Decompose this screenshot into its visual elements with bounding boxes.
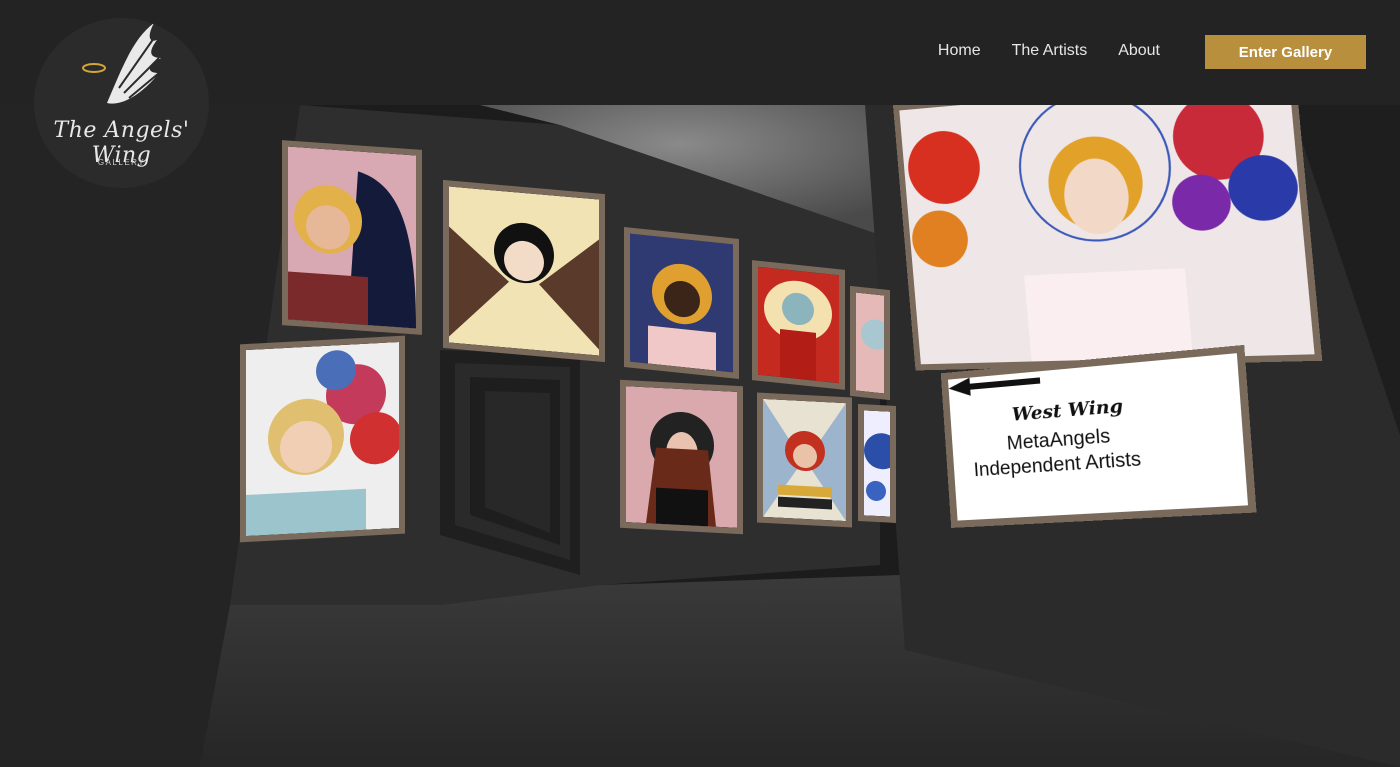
angel-wing-icon bbox=[82, 23, 161, 104]
painting-5[interactable] bbox=[850, 285, 890, 401]
sign-title: West Wing bbox=[1011, 395, 1124, 426]
arrow-left-icon bbox=[948, 371, 1041, 398]
nav-home-link[interactable]: Home bbox=[938, 42, 981, 60]
painting-2[interactable] bbox=[443, 179, 605, 363]
main-nav: Home The Artists About bbox=[938, 42, 1160, 60]
sign-line-2: Independent Artists bbox=[973, 448, 1142, 482]
painting-3[interactable] bbox=[624, 226, 739, 380]
nav-about-link[interactable]: About bbox=[1118, 42, 1160, 60]
west-wing-sign: West Wing MetaAngels Independent Artists bbox=[940, 344, 1257, 528]
site-logo[interactable]: The Angels' Wing GALLERY bbox=[34, 18, 209, 188]
painting-7[interactable] bbox=[620, 379, 743, 535]
painting-8[interactable] bbox=[757, 392, 852, 528]
nav-artists-link[interactable]: The Artists bbox=[1012, 42, 1088, 60]
painting-1[interactable] bbox=[282, 140, 422, 335]
painting-9[interactable] bbox=[858, 404, 896, 523]
painting-4[interactable] bbox=[752, 260, 845, 390]
painting-6[interactable] bbox=[240, 335, 405, 543]
logo-subtitle: GALLERY bbox=[97, 158, 146, 167]
gallery-3d-view[interactable]: West Wing MetaAngels Independent Artists bbox=[0, 105, 1400, 767]
enter-gallery-button[interactable]: Enter Gallery bbox=[1205, 35, 1366, 69]
painting-10[interactable] bbox=[893, 105, 1323, 371]
site-header: Home The Artists About Enter Gallery bbox=[0, 0, 1400, 105]
